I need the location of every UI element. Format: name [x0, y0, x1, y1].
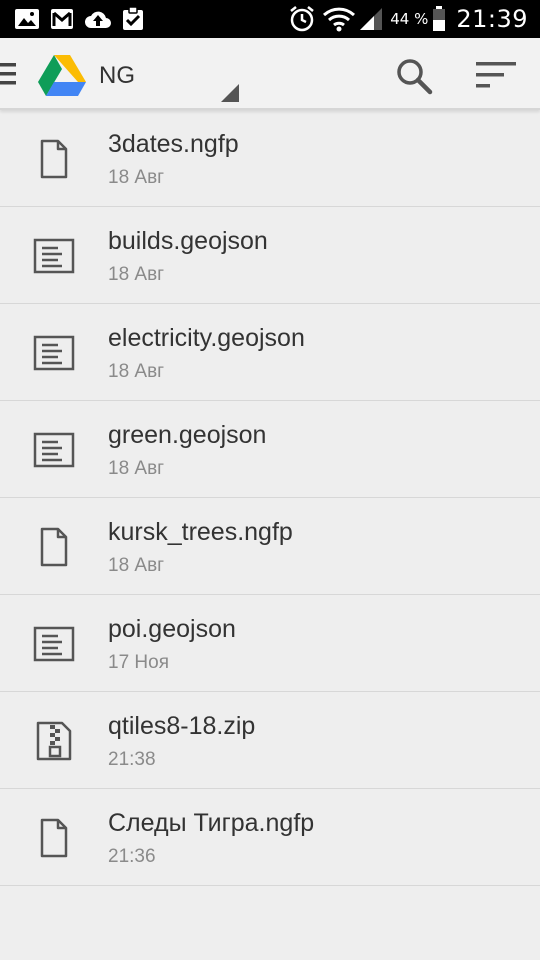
file-date: 21:36 — [108, 846, 156, 867]
file-name: builds.geojson — [108, 227, 268, 255]
gallery-icon — [15, 9, 39, 29]
file-row[interactable]: 3dates.ngfp 18 Авг — [0, 110, 540, 207]
file-row[interactable]: kursk_trees.ngfp 18 Авг — [0, 498, 540, 595]
gmail-icon — [51, 9, 73, 29]
google-drive-logo — [38, 55, 86, 96]
file-date: 17 Ноя — [108, 652, 169, 673]
file-name: electricity.geojson — [108, 324, 305, 352]
folder-title[interactable]: NG — [99, 62, 135, 90]
file-list: 3dates.ngfp 18 Авг builds.geojson 18 Авг… — [0, 110, 540, 886]
notification-icons — [14, 6, 144, 32]
text-document-icon — [33, 335, 75, 371]
dropdown-triangle-icon[interactable] — [221, 84, 239, 102]
status-time: 21:39 — [456, 5, 528, 33]
file-row[interactable]: green.geojson 18 Авг — [0, 401, 540, 498]
file-date: 21:38 — [108, 749, 156, 770]
file-date: 18 Авг — [108, 264, 165, 285]
file-name: Следы Тигра.ngfp — [108, 809, 315, 837]
file-date: 18 Авг — [108, 167, 165, 188]
clipboard-check-icon — [123, 7, 143, 30]
signal-icon — [360, 8, 383, 30]
menu-icon[interactable] — [0, 60, 16, 88]
system-icons: 44 % 21:39 — [288, 0, 528, 38]
text-document-icon — [33, 238, 75, 274]
file-name: green.geojson — [108, 421, 267, 449]
text-document-icon — [33, 432, 75, 468]
file-date: 18 Авг — [108, 361, 165, 382]
file-date: 18 Авг — [108, 555, 165, 576]
file-row[interactable]: electricity.geojson 18 Авг — [0, 304, 540, 401]
action-bar: NG — [0, 38, 540, 110]
text-document-icon — [33, 626, 75, 662]
zip-archive-icon — [36, 721, 72, 761]
search-icon[interactable] — [394, 56, 434, 96]
file-name: poi.geojson — [108, 615, 236, 643]
file-row[interactable]: Следы Тигра.ngfp 21:36 — [0, 789, 540, 886]
file-row[interactable]: poi.geojson 17 Ноя — [0, 595, 540, 692]
file-icon — [40, 818, 68, 858]
file-date: 18 Авг — [108, 458, 165, 479]
file-icon — [40, 527, 68, 567]
cloud-upload-icon — [85, 11, 111, 28]
file-row[interactable]: qtiles8-18.zip 21:38 — [0, 692, 540, 789]
wifi-icon — [323, 7, 356, 32]
file-name: qtiles8-18.zip — [108, 712, 256, 740]
file-name: kursk_trees.ngfp — [108, 518, 293, 546]
status-bar: 44 % 21:39 — [0, 0, 540, 38]
alarm-icon — [290, 6, 314, 32]
battery-icon — [433, 6, 446, 31]
sort-icon[interactable] — [474, 58, 518, 94]
file-name: 3dates.ngfp — [108, 130, 239, 158]
file-row[interactable]: builds.geojson 18 Авг — [0, 207, 540, 304]
battery-percent: 44 % — [390, 10, 429, 28]
file-icon — [40, 139, 68, 179]
